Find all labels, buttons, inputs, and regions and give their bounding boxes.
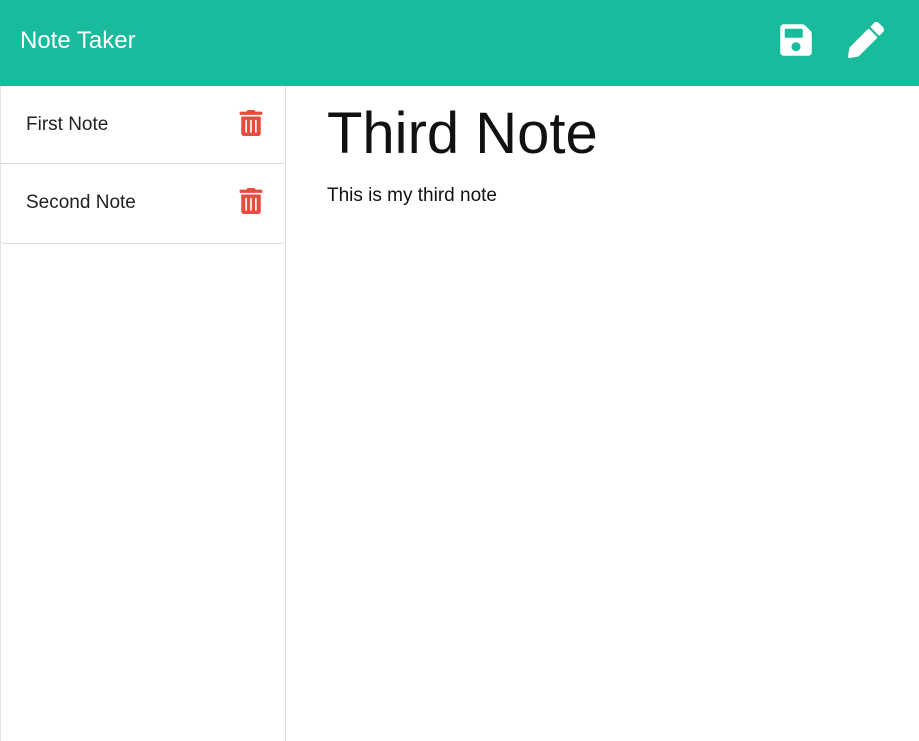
note-list-title[interactable]: First Note bbox=[26, 114, 108, 136]
save-note-button[interactable] bbox=[778, 22, 814, 58]
note-title-input[interactable] bbox=[327, 102, 887, 166]
note-sidebar: First Note Second Note bbox=[0, 86, 286, 741]
brand-link[interactable]: Note Taker bbox=[20, 26, 136, 56]
list-item[interactable]: First Note bbox=[1, 86, 285, 164]
floppy-disk-icon bbox=[780, 24, 812, 56]
note-editor: This is my third note bbox=[287, 86, 919, 741]
navbar: Note Taker bbox=[0, 0, 919, 86]
note-list-title[interactable]: Second Note bbox=[26, 192, 136, 214]
trash-icon[interactable] bbox=[239, 188, 263, 214]
note-text-area[interactable]: This is my third note bbox=[327, 184, 887, 684]
list-item[interactable]: Second Note bbox=[1, 164, 285, 243]
pencil-icon bbox=[848, 22, 884, 58]
trash-icon[interactable] bbox=[239, 110, 263, 136]
note-list: First Note Second Note bbox=[1, 86, 285, 244]
new-note-button[interactable] bbox=[848, 22, 884, 58]
